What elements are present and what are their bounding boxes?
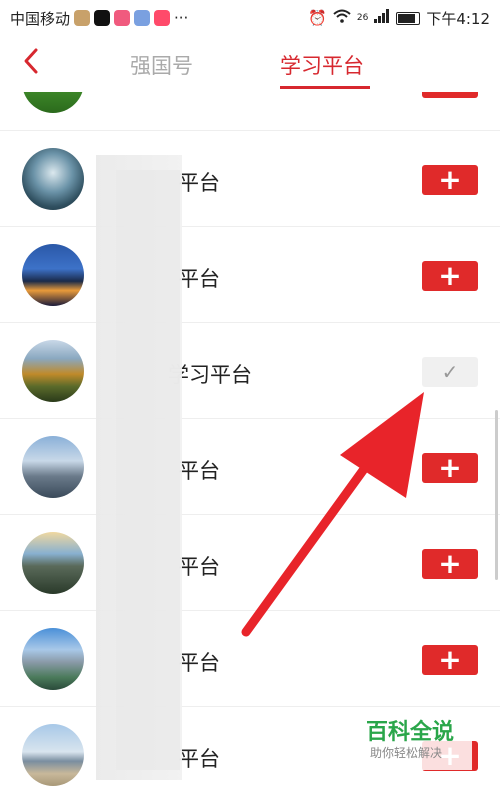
watermark-subtitle: 助你轻松解决 [370, 746, 443, 760]
annotation-arrow-icon [241, 392, 424, 637]
watermark: 百科全说 助你轻松解决 [352, 710, 472, 770]
watermark-title: 百科全说 [366, 720, 455, 745]
